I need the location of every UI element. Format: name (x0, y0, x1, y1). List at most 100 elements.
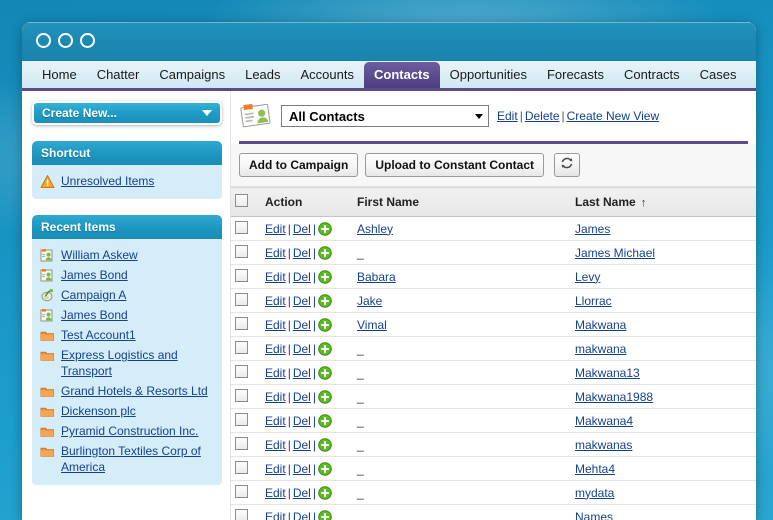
list-item[interactable]: William Askew (40, 245, 214, 265)
create-new-button[interactable]: Create New... (32, 101, 222, 125)
edit-link[interactable]: Edit (265, 414, 286, 428)
tab-contracts[interactable]: Contracts (614, 62, 690, 88)
row-checkbox[interactable] (235, 484, 248, 498)
last-name-link[interactable]: Names (575, 510, 613, 520)
edit-link[interactable]: Edit (265, 510, 286, 520)
row-select-cell[interactable] (231, 360, 261, 385)
first-name-link[interactable]: Ashley (357, 222, 393, 236)
delete-link[interactable]: Del (293, 462, 311, 476)
edit-link[interactable]: Edit (265, 294, 286, 308)
recent-item-link[interactable]: Dickenson plc (61, 403, 136, 419)
shortcut-link-unresolved-items[interactable]: Unresolved Items (61, 173, 154, 189)
row-select-cell[interactable] (231, 216, 261, 241)
tab-cases[interactable]: Cases (690, 62, 747, 88)
tab-contacts[interactable]: Contacts (364, 62, 440, 88)
delete-link[interactable]: Del (293, 366, 311, 380)
row-checkbox[interactable] (235, 388, 248, 402)
window-controls[interactable] (36, 33, 95, 48)
row-select-cell[interactable] (231, 480, 261, 505)
delete-link[interactable]: Del (293, 318, 311, 332)
list-item[interactable]: James Bond (40, 305, 214, 325)
add-to-campaign-icon[interactable] (318, 245, 332, 260)
recent-item-link[interactable]: William Askew (61, 247, 138, 263)
last-name-link[interactable]: makwana (575, 342, 626, 356)
row-select-cell[interactable] (231, 384, 261, 409)
list-item[interactable]: Pyramid Construction Inc. (40, 421, 214, 441)
delete-link[interactable]: Del (293, 342, 311, 356)
window-close-button[interactable] (36, 33, 51, 48)
row-checkbox[interactable] (235, 340, 248, 354)
last-name-link[interactable]: Makwana1988 (575, 390, 653, 404)
tab-opportunities[interactable]: Opportunities (440, 62, 537, 88)
tab-home[interactable]: Home (32, 62, 87, 88)
add-to-campaign-icon[interactable] (318, 413, 332, 428)
edit-link[interactable]: Edit (265, 222, 286, 236)
edit-link[interactable]: Edit (265, 486, 286, 500)
list-item[interactable]: James Bond (40, 265, 214, 285)
row-checkbox[interactable] (235, 220, 248, 234)
list-item[interactable]: Dickenson plc (40, 401, 214, 421)
add-to-campaign-icon[interactable] (318, 341, 332, 356)
list-item[interactable]: Campaign A (40, 285, 214, 305)
row-select-cell[interactable] (231, 432, 261, 457)
row-checkbox[interactable] (235, 508, 248, 520)
edit-link[interactable]: Edit (265, 390, 286, 404)
delete-link[interactable]: Del (293, 438, 311, 452)
recent-item-link[interactable]: James Bond (61, 267, 128, 283)
last-name-link[interactable]: Llorrac (575, 294, 612, 308)
tab-accounts[interactable]: Accounts (291, 62, 364, 88)
row-checkbox[interactable] (235, 268, 248, 282)
last-name-link[interactable]: Levy (575, 270, 600, 284)
add-to-campaign-icon[interactable] (318, 221, 332, 236)
row-checkbox[interactable] (235, 412, 248, 426)
column-header-last-name[interactable]: Last Name ↑ (571, 187, 756, 217)
add-to-campaign-icon[interactable] (318, 509, 332, 520)
row-select-cell[interactable] (231, 312, 261, 337)
last-name-link[interactable]: Makwana (575, 318, 626, 332)
row-checkbox[interactable] (235, 244, 248, 258)
add-to-campaign-icon[interactable] (318, 485, 332, 500)
window-maximize-button[interactable] (80, 33, 95, 48)
last-name-link[interactable]: Makwana13 (575, 366, 640, 380)
add-to-campaign-icon[interactable] (318, 293, 332, 308)
list-item[interactable]: Burlington Textiles Corp of America (40, 441, 214, 477)
window-minimize-button[interactable] (58, 33, 73, 48)
last-name-link[interactable]: James Michael (575, 246, 655, 260)
last-name-link[interactable]: makwanas (575, 438, 632, 452)
add-to-campaign-icon[interactable] (318, 389, 332, 404)
first-name-link[interactable]: Vimal (357, 318, 387, 332)
row-select-cell[interactable] (231, 456, 261, 481)
delete-link[interactable]: Del (293, 414, 311, 428)
add-to-campaign-icon[interactable] (318, 269, 332, 284)
recent-item-link[interactable]: Test Account1 (61, 327, 136, 343)
column-header-action[interactable]: Action (261, 187, 353, 217)
edit-link[interactable]: Edit (265, 270, 286, 284)
edit-link[interactable]: Edit (265, 366, 286, 380)
recent-item-link[interactable]: Grand Hotels & Resorts Ltd (61, 383, 208, 399)
last-name-link[interactable]: James (575, 222, 610, 236)
row-select-cell[interactable] (231, 504, 261, 520)
row-select-cell[interactable] (231, 408, 261, 433)
recent-item-link[interactable]: James Bond (61, 307, 128, 323)
list-item[interactable]: Test Account1 (40, 325, 214, 345)
row-checkbox[interactable] (235, 316, 248, 330)
tab-forecasts[interactable]: Forecasts (537, 62, 614, 88)
refresh-button[interactable] (553, 153, 580, 177)
main-navigation-tabs[interactable]: Home Chatter Campaigns Leads Accounts Co… (22, 61, 756, 91)
list-item[interactable]: Express Logistics and Transport (40, 345, 214, 381)
row-select-cell[interactable] (231, 264, 261, 289)
last-name-link[interactable]: Makwana4 (575, 414, 633, 428)
add-to-campaign-icon[interactable] (318, 437, 332, 452)
delete-link[interactable]: Del (293, 246, 311, 260)
add-to-campaign-icon[interactable] (318, 365, 332, 380)
column-header-first-name[interactable]: First Name (353, 187, 571, 217)
edit-link[interactable]: Edit (265, 342, 286, 356)
select-all-checkbox[interactable] (235, 194, 248, 207)
delete-link[interactable]: Del (293, 390, 311, 404)
delete-link[interactable]: Del (293, 270, 311, 284)
add-to-campaign-button[interactable]: Add to Campaign (239, 153, 359, 177)
row-checkbox[interactable] (235, 292, 248, 306)
row-select-cell[interactable] (231, 336, 261, 361)
first-name-link[interactable]: Babara (357, 270, 396, 284)
select-all-header[interactable] (231, 187, 261, 217)
